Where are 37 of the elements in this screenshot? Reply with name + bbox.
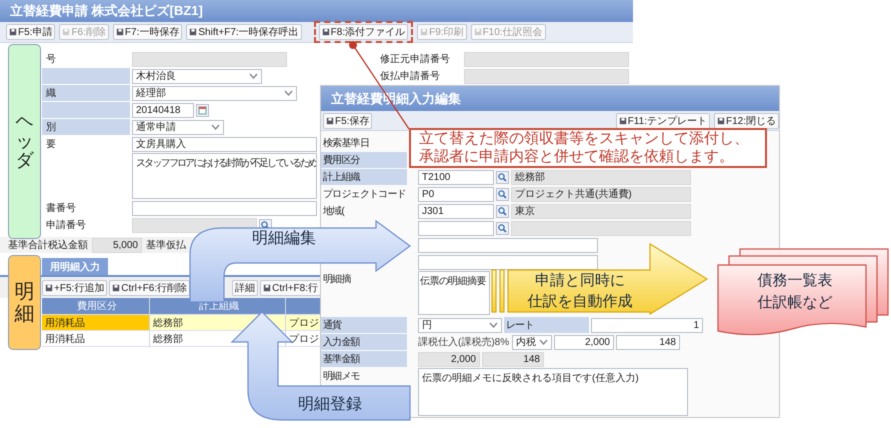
field-label: 地域( [322,204,346,219]
field-label: 仮払申請番号 [380,70,441,83]
field-label: レート [504,317,589,333]
field-label: 基準仮払 [146,238,186,252]
field-label: 修正元申請番号 [380,52,451,66]
field-label: 入力金額 [321,334,407,350]
field-label: 検索基準日 [322,136,370,151]
field-label: 書番号 [45,202,77,216]
field-label: 織 [42,85,130,101]
field-label: 号 [45,53,57,67]
detail-tag: 明細 [8,255,41,350]
field-label: 別 [42,119,130,135]
field-label: 費用区分 [321,152,407,168]
tax-field: 148 [482,352,544,366]
report-label: 債務一覧表 仕訳帳など [756,271,834,313]
total-field: 5,000 [92,238,142,252]
field-label: 基準金額 [321,351,407,367]
arrow-label: 明細登録 [298,395,362,415]
name-field: 東京 [511,204,691,218]
arrow-label: 明細編集 [252,229,316,249]
table-cell: 用消耗品 [42,315,150,331]
amount-field: 2,000 [418,352,480,366]
callout-note: 立て替えた際の領収書等をスキャンして添付し、 承認者に申請内容と併せて確認を依頼します。 [409,128,767,168]
field-label: 申請番号 [45,218,87,233]
field-label: 明細メモ [322,370,361,384]
field-label: 通貨 [321,317,407,333]
header-tag: ヘッダ [8,44,41,239]
window-title: 立替経費申請 株式会社ビズ[BZ1] [0,0,633,22]
name-field: 総務部 [511,170,691,184]
field-label: 基準合計税込金額 [8,238,88,252]
field-label: 計上組織 [321,169,407,185]
arrow-label: 申請と同時に 仕訳を自動作成 [526,271,634,312]
name-field: プロジェクト共通(共通費) [511,186,691,202]
field-label: 明細摘 [322,272,352,287]
table-cell: 用消耗品 [42,331,150,347]
field-label: プロジェクトコード [322,188,407,202]
field-label: 要 [45,138,57,152]
